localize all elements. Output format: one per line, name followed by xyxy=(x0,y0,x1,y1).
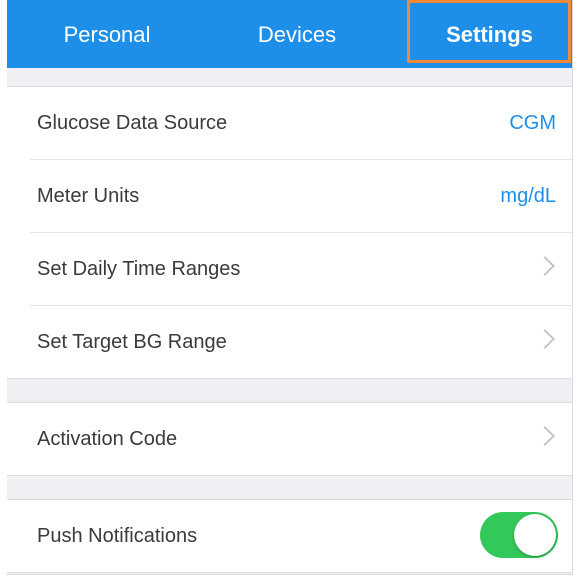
chevron-right-icon xyxy=(535,426,555,446)
row-set-daily-time-ranges[interactable]: Set Daily Time Ranges xyxy=(30,233,572,306)
toggle-knob xyxy=(514,514,556,556)
tab-devices[interactable]: Devices xyxy=(217,0,377,68)
chevron-right-icon xyxy=(535,329,555,349)
row-push-notifications: Push Notifications xyxy=(30,500,572,572)
tab-bar: Personal Devices Settings xyxy=(7,0,572,68)
meter-units-label: Meter Units xyxy=(37,185,140,207)
glucose-data-source-label: Glucose Data Source xyxy=(37,112,228,134)
row-glucose-data-source[interactable]: Glucose Data Source CGM xyxy=(30,87,572,160)
chevron-right-icon xyxy=(535,256,555,276)
settings-group-activation: Activation Code xyxy=(7,402,572,476)
row-set-target-bg-range[interactable]: Set Target BG Range xyxy=(30,306,572,378)
set-daily-time-ranges-label: Set Daily Time Ranges xyxy=(37,258,241,280)
tab-personal[interactable]: Personal xyxy=(27,0,187,68)
row-meter-units[interactable]: Meter Units mg/dL xyxy=(30,160,572,233)
set-target-bg-range-label: Set Target BG Range xyxy=(37,331,227,353)
settings-group-data: Glucose Data Source CGM Meter Units mg/d… xyxy=(7,86,572,379)
settings-screen: Personal Devices Settings Glucose Data S… xyxy=(7,0,573,575)
selected-tab-highlight xyxy=(407,0,571,63)
push-notifications-toggle[interactable] xyxy=(480,512,558,558)
activation-code-label: Activation Code xyxy=(37,428,178,450)
row-activation-code[interactable]: Activation Code xyxy=(30,403,572,475)
meter-units-value: mg/dL xyxy=(500,185,556,207)
settings-group-notifications: Push Notifications xyxy=(7,499,572,573)
glucose-data-source-value: CGM xyxy=(509,112,556,134)
push-notifications-label: Push Notifications xyxy=(37,525,198,547)
